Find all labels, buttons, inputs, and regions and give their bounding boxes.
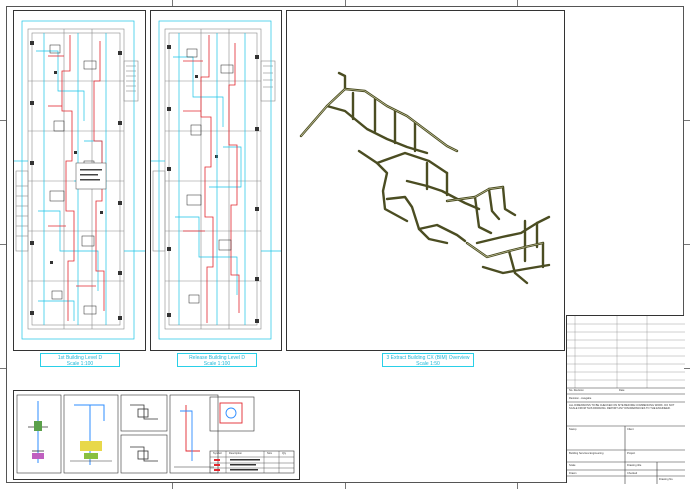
details-panel[interactable]: Symbol Description Size Qty [13, 390, 300, 480]
floor-plan-drawing-1 [14, 20, 145, 340]
title-block-grid [567, 316, 685, 484]
floor-plan-viewport-2[interactable] [150, 10, 282, 351]
isometric-pipework-drawing [299, 71, 551, 285]
view-scale-iso: Scale 1:50 [416, 361, 440, 367]
legend-col-symbol: Symbol [213, 452, 222, 455]
frame-tick [0, 244, 6, 245]
drawing-number-label: Drawing No. [659, 478, 674, 481]
drawing-title-label: Drawing title [627, 464, 642, 467]
view-scale-plan2: Scale 1:100 [203, 361, 231, 367]
scale-label: Scale [569, 464, 576, 467]
floor-plan-drawing-2 [151, 20, 281, 340]
legend-col-size: Size [267, 452, 273, 455]
company-name: Building Services Engineering [569, 452, 604, 455]
legend-col-qty: Qty [282, 452, 287, 455]
frame-tick [172, 483, 173, 489]
client-label: Client [627, 428, 634, 431]
title-block[interactable]: No. Revision Date Revision - Ausgabe ALL… [566, 315, 685, 484]
stamp-label: Stamp [569, 428, 577, 431]
rev-entry: Revision - Ausgabe [569, 397, 592, 400]
view-caption-plan2: Release Building Level D Scale 1:100 [177, 353, 257, 367]
frame-tick [172, 0, 173, 6]
rev-label: No. Revision [569, 389, 584, 392]
legend-col-description: Description [229, 452, 242, 455]
rev-date-label: Date [619, 389, 625, 392]
frame-tick [345, 483, 346, 489]
isometric-viewport[interactable] [286, 10, 565, 351]
frame-tick [517, 0, 518, 6]
frame-tick [517, 483, 518, 489]
floor-plan-viewport-1[interactable] [13, 10, 146, 351]
general-notes: ALL DIMENSIONS TO BE CHECKED ON SITE BEF… [569, 404, 675, 410]
drawn-label: Drawn [569, 472, 577, 475]
checked-label: Checked [627, 472, 638, 475]
legend-header: Symbol Description Size Qty [213, 452, 297, 458]
view-caption-iso: 3 Extract Building CX (BIM) Overview Sca… [382, 353, 474, 367]
frame-tick [684, 120, 690, 121]
frame-tick [0, 120, 6, 121]
project-label: Project [627, 452, 636, 455]
frame-tick [345, 0, 346, 6]
view-caption-plan1: 1st Building Level D Scale 1:100 [40, 353, 120, 367]
frame-tick [0, 368, 6, 369]
details-drawing [16, 394, 295, 474]
view-scale-plan1: Scale 1:100 [66, 361, 94, 367]
frame-tick [684, 244, 690, 245]
